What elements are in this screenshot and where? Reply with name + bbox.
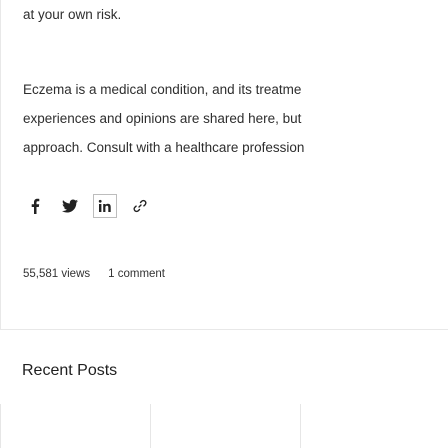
twitter-icon	[62, 199, 78, 213]
recent-post-card-border	[300, 404, 301, 448]
post-body-line: Eczema is a medical condition, and its t…	[23, 82, 302, 97]
post-body-line: approach. Consult with a healthcare prof…	[23, 140, 305, 155]
recent-post-card-border	[0, 404, 1, 448]
post-body-line: experiences and opinions are shared here…	[23, 111, 302, 126]
facebook-icon	[31, 198, 40, 214]
link-icon	[133, 199, 147, 213]
post-card: at your own risk. Eczema is a medical co…	[0, 0, 448, 330]
recent-post-card-border	[150, 404, 151, 448]
post-body-line: at your own risk.	[23, 7, 122, 22]
linkedin-icon	[98, 199, 111, 212]
share-facebook-button[interactable]	[23, 194, 47, 218]
share-bar	[23, 194, 163, 218]
comments-link[interactable]: 1 comment	[108, 268, 165, 280]
copy-link-button[interactable]	[128, 194, 152, 218]
share-linkedin-button[interactable]	[93, 194, 117, 218]
page: at your own risk. Eczema is a medical co…	[0, 0, 448, 448]
post-stats: 55,581 views 1 comment	[23, 268, 165, 280]
share-twitter-button[interactable]	[58, 194, 82, 218]
recent-posts-grid	[0, 404, 448, 448]
recent-posts-title: Recent Posts	[22, 362, 118, 379]
views-count: 55,581 views	[23, 268, 91, 280]
